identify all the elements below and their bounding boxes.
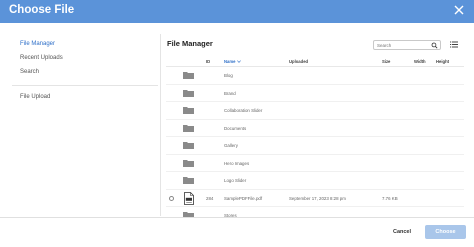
dialog-title: Choose File	[9, 4, 75, 16]
table-row[interactable]: 284 SamplePDFFile.pdf September 17, 2023…	[166, 190, 464, 207]
choose-button[interactable]: Choose	[425, 225, 466, 239]
row-uploaded: September 17, 2023 8:28 pm	[289, 195, 346, 201]
column-name-label: Name	[224, 59, 236, 64]
row-id: 284	[206, 195, 214, 201]
dialog-header: Choose File	[0, 0, 474, 23]
row-size: 7.76 KB	[382, 195, 398, 201]
row-name: Documents	[224, 125, 247, 131]
row-name: Hero Images	[224, 160, 250, 166]
chevron-down-icon	[236, 60, 241, 64]
search-icon[interactable]	[431, 42, 438, 49]
folder-icon	[183, 89, 194, 97]
column-width[interactable]: Width	[414, 59, 426, 64]
dialog-footer: Cancel Choose	[0, 217, 474, 247]
sidebar-divider	[12, 85, 158, 86]
sidebar-item-recent-uploads[interactable]: Recent Uploads	[20, 55, 63, 61]
table-row[interactable]: Documents	[166, 120, 464, 137]
folder-icon	[183, 142, 194, 149]
row-name: Logo Slider	[224, 178, 247, 183]
panel-divider	[160, 34, 161, 216]
column-id[interactable]: ID	[206, 59, 210, 64]
folder-icon	[183, 159, 194, 167]
folder-icon	[183, 177, 194, 184]
sidebar	[0, 23, 160, 217]
row-name: Gallery	[224, 143, 238, 148]
table-row[interactable]: Collaboration Slider	[166, 102, 464, 120]
cancel-button[interactable]: Cancel	[382, 225, 422, 239]
search-input[interactable]	[377, 41, 429, 49]
sidebar-item-file-manager[interactable]: File Manager	[20, 41, 55, 47]
table-row[interactable]: Logo Slider	[166, 172, 464, 190]
table-row[interactable]: Hero Images	[166, 155, 464, 172]
search-box	[373, 40, 441, 50]
folder-icon	[183, 124, 194, 132]
table-row[interactable]: Brand	[166, 85, 464, 102]
close-icon[interactable]	[452, 3, 466, 17]
folder-icon	[183, 107, 194, 114]
sidebar-item-search[interactable]: Search	[20, 69, 39, 75]
column-uploaded[interactable]: Uploaded	[289, 59, 308, 64]
select-radio[interactable]	[169, 195, 174, 201]
list-view-icon[interactable]	[450, 41, 458, 48]
folder-icon	[183, 72, 194, 79]
row-name: Collaboration Slider	[224, 108, 263, 113]
sidebar-item-file-upload[interactable]: File Upload	[20, 94, 50, 100]
table-header: ID Name Uploaded Size Width Height	[166, 55, 464, 67]
column-height[interactable]: Height	[436, 59, 449, 64]
page-title: File Manager	[167, 39, 213, 48]
row-name: Brand	[224, 90, 236, 96]
pdf-file-icon	[184, 191, 194, 205]
column-size[interactable]: Size	[382, 59, 390, 64]
row-name: SamplePDFFile.pdf	[224, 195, 263, 201]
column-name[interactable]: Name	[224, 59, 241, 64]
table-row[interactable]: Gallery	[166, 137, 464, 155]
row-name: Blog	[224, 73, 233, 78]
table-row[interactable]: Blog	[166, 67, 464, 85]
